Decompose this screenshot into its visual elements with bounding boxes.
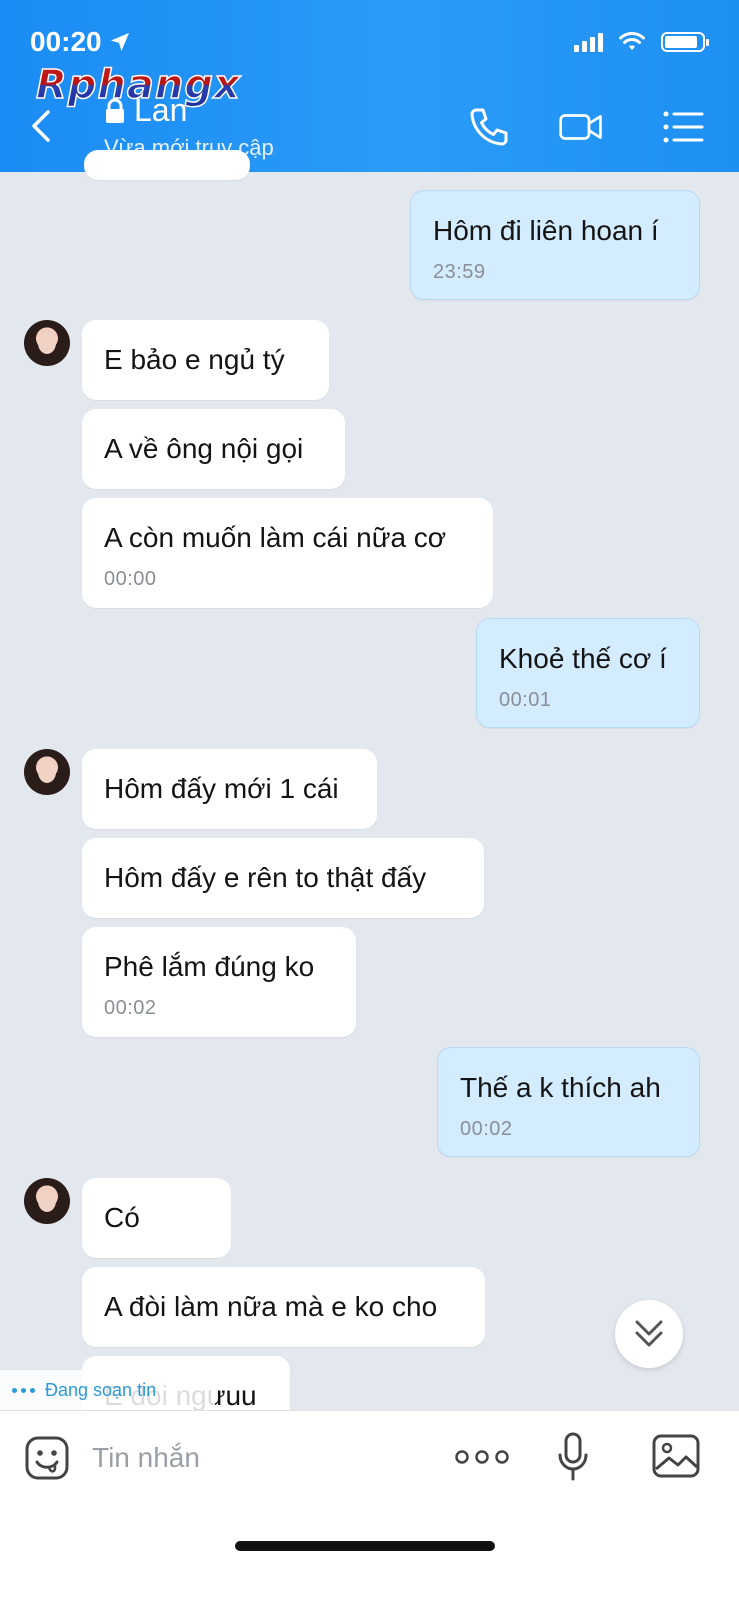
contact-name: Lan <box>134 92 188 128</box>
message-time: 00:02 <box>104 997 157 1019</box>
message-text: A về ông nội gọi <box>104 433 304 464</box>
avatar[interactable] <box>24 320 70 366</box>
message-text: Có <box>104 1202 140 1233</box>
message-text: Hôm đấy mới 1 cái <box>104 773 339 804</box>
message-bubble-incoming[interactable]: A đòi làm nữa mà e ko cho <box>82 1267 485 1347</box>
emoji-sticker-icon[interactable] <box>24 1435 70 1481</box>
home-indicator <box>235 1541 495 1551</box>
message-bubble-incoming[interactable]: A về ông nội gọi <box>82 409 345 489</box>
message-bubble-incoming[interactable]: Có <box>82 1178 231 1258</box>
avatar[interactable] <box>24 749 70 795</box>
composer-bar <box>0 1410 739 1600</box>
message-text: Phê lắm đúng ko <box>104 951 315 982</box>
message-time: 00:01 <box>499 689 552 711</box>
back-icon[interactable] <box>26 106 56 146</box>
message-bubble-incoming[interactable]: Hôm đấy mới 1 cái <box>82 749 377 829</box>
message-time: 23:59 <box>433 261 486 283</box>
typing-dots-icon <box>12 1387 35 1393</box>
microphone-icon[interactable] <box>556 1431 590 1483</box>
message-bubble-outgoing[interactable]: Thế a k thích ah 00:02 <box>437 1047 700 1157</box>
message-text: Hôm đi liên hoan í <box>433 215 659 246</box>
message-input[interactable] <box>92 1433 422 1483</box>
message-text: A còn muốn làm cái nữa cơ <box>104 522 447 553</box>
scroll-to-bottom-button[interactable] <box>615 1300 683 1368</box>
image-icon[interactable] <box>651 1433 701 1479</box>
message-bubble-partial <box>84 150 250 180</box>
message-text: A đòi làm nữa mà e ko cho <box>104 1291 438 1322</box>
lock-icon <box>106 98 124 123</box>
message-text: Hôm đấy e rên to thật đấy <box>104 862 427 893</box>
status-bar-time: 00:20 <box>30 26 132 58</box>
message-text: Khoẻ thế cơ í <box>499 643 667 674</box>
wifi-icon <box>619 32 645 50</box>
message-bubble-incoming[interactable]: A còn muốn làm cái nữa cơ 00:00 <box>82 498 493 608</box>
signal-icon <box>574 32 603 52</box>
chevrons-down-icon <box>635 1320 663 1347</box>
typing-indicator: Đang soạn tin <box>0 1370 215 1410</box>
message-bubble-incoming[interactable]: E bảo e ngủ tý <box>82 320 329 400</box>
location-arrow-icon <box>110 33 129 51</box>
message-bubble-outgoing[interactable]: Hôm đi liên hoan í 23:59 <box>410 190 700 300</box>
message-text: Thế a k thích ah <box>460 1072 661 1103</box>
message-time: 00:00 <box>104 568 157 590</box>
status-time-text: 00:20 <box>30 26 102 57</box>
avatar[interactable] <box>24 1178 70 1224</box>
message-text: E bảo e ngủ tý <box>104 344 285 375</box>
more-dots-icon[interactable] <box>454 1445 510 1469</box>
message-bubble-outgoing[interactable]: Khoẻ thế cơ í 00:01 <box>476 618 700 728</box>
menu-list-icon[interactable] <box>660 104 706 150</box>
battery-icon <box>661 32 709 52</box>
message-time: 00:02 <box>460 1118 513 1140</box>
video-call-icon[interactable] <box>558 104 604 150</box>
message-bubble-incoming[interactable]: Phê lắm đúng ko 00:02 <box>82 927 356 1037</box>
chat-header: 00:20 Rphangx Lan Vừa mới truy cập <box>0 0 739 172</box>
status-bar-indicators <box>574 32 709 52</box>
typing-indicator-text: Đang soạn tin <box>45 1379 157 1400</box>
message-bubble-incoming[interactable]: Hôm đấy e rên to thật đấy <box>82 838 484 918</box>
phone-icon[interactable] <box>466 104 512 150</box>
